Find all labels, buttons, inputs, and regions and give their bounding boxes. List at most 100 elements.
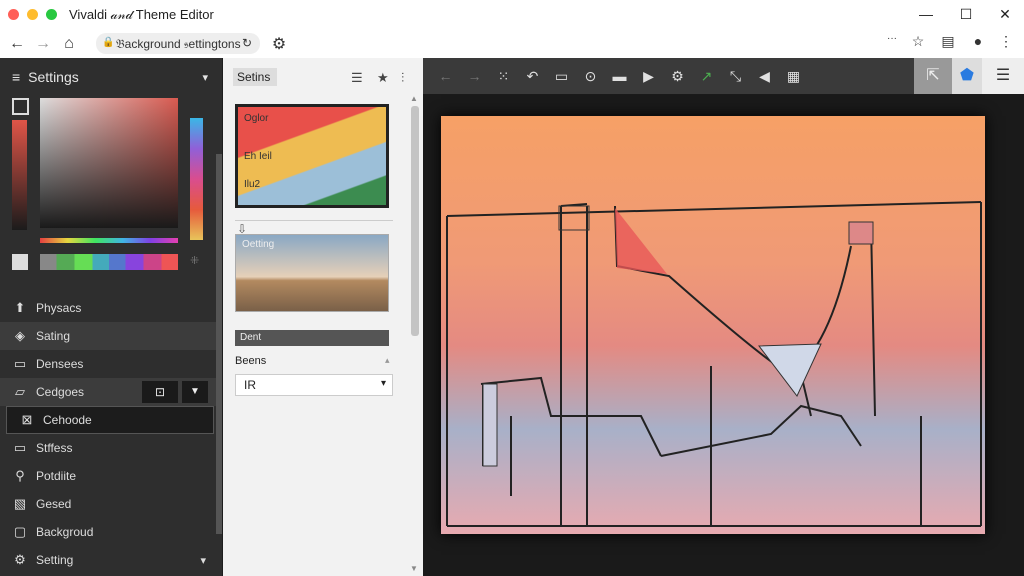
frame-icon: ▢ [13,524,27,539]
scroll-up-icon[interactable]: ▲ [410,94,418,103]
hamburger-icon[interactable]: ≡ [12,69,20,85]
dots-icon[interactable]: ··· [882,33,902,44]
sketch-tower [848,221,874,245]
divider [235,220,393,221]
address-bar: ← → ⌂ 🔒 𝔅ackground 𝔰ettingtons ↻ ⚙ [0,29,1024,58]
paint-icon: ⚲ [15,468,25,483]
sliders-icon[interactable]: ⫶ [401,70,404,86]
gear-icon[interactable]: ⚙ [663,68,692,85]
sidebar-item-label: Backgroud [36,525,94,539]
color-card-line: Ilu2 [244,179,261,190]
share-button[interactable]: ⇱ [914,58,952,94]
chevron-down-icon[interactable]: ▾ [200,554,206,567]
sidebar-item-label: Sating [36,329,71,343]
settings-sidebar: ≡ Settings ▾ ⁜ ⬆ Physacs ◈ Sating ▭ Dens… [0,58,222,576]
color-picker[interactable]: ⁜ [0,96,222,296]
shield-icon: ⬟ [960,67,974,84]
export-icon[interactable]: ↗ [692,68,721,85]
url-field[interactable]: 🔒 𝔅ackground 𝔰ettingtons ↻ [96,33,260,54]
home-icon[interactable]: ⌂ [56,35,82,53]
crop-icon[interactable]: ⤡ [721,68,750,85]
forward-icon[interactable]: → [30,35,56,53]
close-icon[interactable]: ✕ [995,6,1015,22]
sidebar-item-potdiite[interactable]: ⚲ Potdiite [0,462,222,490]
sidebar-item-densees[interactable]: ▭ Densees [0,350,222,378]
comment-icon[interactable]: ▭ [547,68,576,85]
panel-scrollbar[interactable] [411,106,419,336]
reader-icon[interactable]: ▤ [938,33,958,50]
hue-slider[interactable] [190,118,203,240]
color-theme-card[interactable]: Oglor Eh Ieil Ilu2 [235,104,389,208]
saturation-area[interactable] [40,98,178,228]
share-icon: ⇱ [926,67,940,84]
sidebar-item-label: Cedgoes [36,385,85,399]
minimize-icon[interactable]: — [916,6,936,22]
camera-icon[interactable]: ⊙ [576,68,605,85]
close-dot[interactable] [8,9,19,20]
chevron-down-icon[interactable]: ▼ [182,381,208,403]
menu-icon[interactable]: ⋮ [996,33,1016,50]
sidebar-scrollbar[interactable] [216,154,222,534]
maximize-dot[interactable] [46,9,57,20]
bookmark-star-icon[interactable]: ☆ [908,33,928,50]
sketch-red-triangle [615,208,667,274]
artwork-canvas[interactable] [441,116,985,534]
sidebar-item-gesed[interactable]: ▧ Gesed [0,490,222,518]
shield-button[interactable]: ⬟ [952,58,982,94]
volume-icon[interactable]: ◀ [750,68,779,85]
opacity-bar[interactable] [12,120,27,230]
reload-icon[interactable]: ↻ [242,36,252,50]
sidebar-item-cehoode[interactable]: ⊠ Cehoode [6,406,214,434]
settings-icon[interactable]: ⚙ [266,34,292,54]
settings-panel: Setins ☰ ★ ⫶ Oglor Eh Ieil Ilu2 ⇩ Oettin… [223,58,423,576]
dropdown-value: IR [244,378,256,392]
sketch-scaffold [482,383,498,467]
lock-icon: 🔒 [102,37,115,48]
panel-select[interactable]: Dent [235,330,389,346]
back-icon[interactable]: ← [431,68,460,84]
swatch-palette[interactable] [40,254,178,270]
star-icon[interactable]: ★ [377,70,389,86]
sidebar-item-stffess[interactable]: ▭ Stffess [0,434,222,462]
profile-icon[interactable]: ● [968,33,988,49]
grid-icon: ⊠ [21,412,33,427]
sidebar-item-backgroud[interactable]: ▢ Backgroud [0,518,222,546]
maximize-icon[interactable]: ☐ [956,6,976,22]
monitor-icon: ▭ [13,356,27,371]
sidebar-item-cedgoes[interactable]: ▱ Cedgoes ⊡ ▼ [0,378,222,406]
arrow-up-icon: ⬆ [14,300,26,315]
background-image-card[interactable]: Oetting [235,234,389,312]
color-card-line: Oglor [244,113,269,124]
forward-icon[interactable]: → [460,68,489,84]
sidebar-item-physacs[interactable]: ⬆ Physacs [0,294,222,322]
image-icon: ▧ [13,496,27,511]
folder-icon[interactable]: ▬ [605,68,634,84]
list-icon[interactable]: ☰ [351,70,363,86]
sidebar-item-setting[interactable]: ⚙ Setting ▾ [0,546,222,574]
color-card-line: Eh Ieil [244,151,272,162]
image-card-label: Oetting [242,239,275,250]
archive-icon[interactable]: ▦ [779,68,808,85]
palette-icon[interactable]: ⁜ [190,254,204,270]
spectrum-bar[interactable] [40,238,178,243]
rotate-icon[interactable]: ↶ [518,68,547,85]
folder-icon: ▱ [15,384,25,399]
sidebar-item-sating[interactable]: ◈ Sating [0,322,222,350]
chevron-down-icon[interactable]: ▾ [202,71,208,84]
scroll-down-icon[interactable]: ▼ [410,564,418,573]
color-swatch[interactable] [12,98,29,115]
minimize-dot[interactable] [27,9,38,20]
back-icon[interactable]: ← [4,35,30,53]
sidebar-header[interactable]: ≡ Settings ▾ [0,58,222,96]
panel-dropdown[interactable]: IR ▾ [235,374,393,396]
canvas-stage [423,94,1024,576]
sketch-funnel [758,343,822,397]
lock-toggle-icon[interactable]: ⊡ [142,381,178,403]
sidebar-item-label: Setting [36,553,74,567]
grid-icon[interactable]: ⁙ [489,68,518,85]
list-button[interactable]: ☰ [982,58,1024,94]
app-window: Vivaldi 𝒶𝓃𝒹 Theme Editor — ☐ ✕ ← → ⌂ 🔒 𝔅… [0,0,1024,576]
swatch-white[interactable] [12,254,28,270]
url-text: 𝔅ackground 𝔰ettingtons [116,37,241,51]
video-icon[interactable]: ▶ [634,68,663,85]
